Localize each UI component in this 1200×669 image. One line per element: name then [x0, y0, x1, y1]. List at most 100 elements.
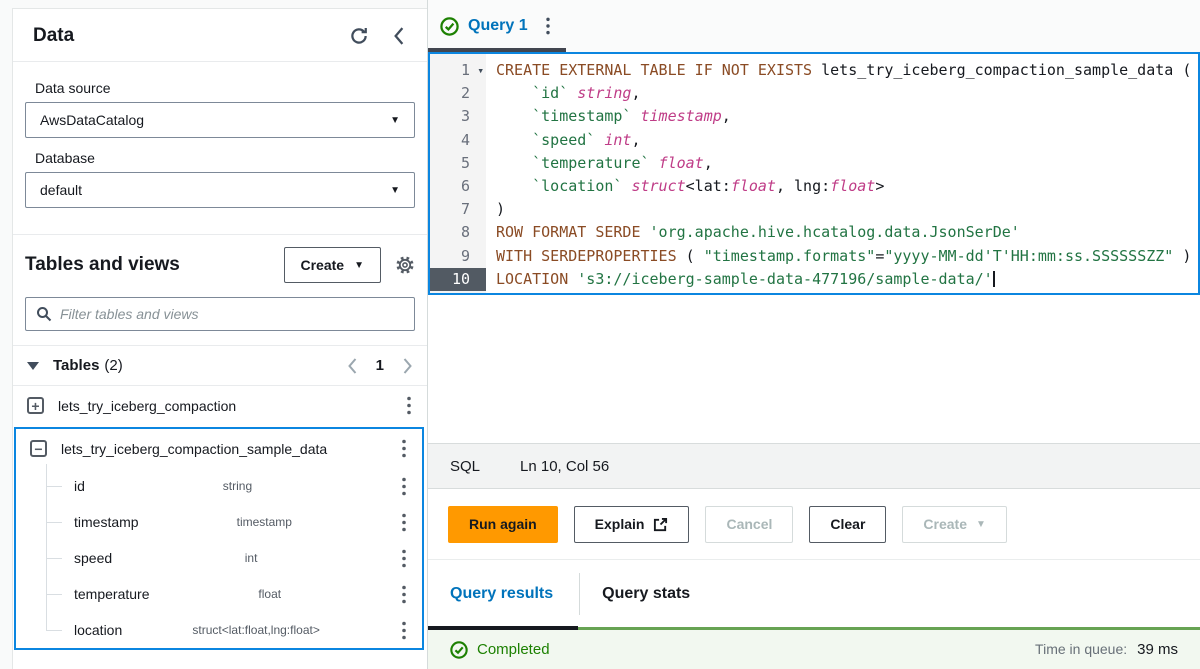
table-columns: id string timestamp timestamp speed int temper… — [16, 468, 422, 648]
column-name: id — [74, 478, 85, 494]
collapse-minus-icon[interactable]: − — [30, 440, 47, 457]
line-number: 4 — [430, 129, 486, 152]
table-name: lets_try_iceberg_compaction — [58, 398, 403, 414]
editor-code[interactable]: CREATE EXTERNAL TABLE IF NOT EXISTS lets… — [486, 54, 1198, 293]
expand-plus-icon[interactable]: + — [27, 397, 44, 414]
column-name: timestamp — [74, 514, 139, 530]
column-row[interactable]: id string — [16, 468, 422, 504]
filter-input[interactable] — [60, 306, 404, 322]
source-section: Data source AwsDataCatalog ▼ Database de… — [13, 62, 427, 224]
clear-button[interactable]: Clear — [809, 506, 886, 543]
results-tab-bar: Query results Query stats — [428, 559, 1200, 627]
code-line[interactable]: `temperature` float, — [496, 152, 1198, 175]
code-line[interactable]: `location` struct<lat:float, lng:float> — [496, 175, 1198, 198]
line-number: 1▾ — [430, 59, 486, 82]
code-line[interactable]: WITH SERDEPROPERTIES ( "timestamp.format… — [496, 245, 1198, 268]
create-button-label: Create — [301, 257, 345, 273]
page-next-icon[interactable] — [402, 358, 413, 374]
column-type: float — [258, 587, 289, 601]
gear-icon[interactable] — [395, 255, 415, 275]
column-name: speed — [74, 550, 112, 566]
collapse-panel-icon[interactable] — [391, 27, 407, 45]
cursor-position: Ln 10, Col 56 — [520, 458, 609, 475]
text-cursor — [993, 271, 995, 287]
data-panel-outer: Data Data source AwsDataCatalog — [0, 0, 428, 669]
page-prev-icon[interactable] — [347, 358, 358, 374]
query-tab-bar: Query 1 — [428, 0, 1200, 52]
tab-query-results[interactable]: Query results — [428, 585, 579, 603]
query-tab-kebab-icon[interactable] — [542, 17, 554, 35]
editor-language: SQL — [450, 458, 480, 475]
code-line[interactable]: CREATE EXTERNAL TABLE IF NOT EXISTS lets… — [496, 59, 1198, 82]
tables-pagination: 1 — [347, 357, 413, 374]
data-panel: Data Data source AwsDataCatalog — [12, 8, 427, 669]
query-editor-main: Query 1 1▾2345678910 CREATE EXTERNAL TAB… — [428, 0, 1200, 669]
selected-table-group: − lets_try_iceberg_compaction_sample_dat… — [14, 427, 424, 650]
completion-status-bar: Completed Time in queue: 39 ms — [428, 627, 1200, 669]
queue-time-value: 39 ms — [1137, 641, 1178, 658]
column-name: location — [74, 622, 122, 638]
code-line[interactable]: LOCATION 's3://iceberg-sample-data-47719… — [496, 268, 1198, 291]
line-number: 7 — [430, 198, 486, 221]
query-tab-label: Query 1 — [468, 17, 528, 35]
search-icon — [36, 306, 52, 322]
data-source-value: AwsDataCatalog — [40, 112, 144, 128]
kebab-menu-icon[interactable] — [403, 396, 415, 415]
chevron-down-icon: ▼ — [390, 185, 400, 196]
kebab-menu-icon[interactable] — [398, 439, 410, 458]
chevron-down-icon: ▼ — [976, 519, 986, 530]
refresh-icon[interactable] — [349, 26, 369, 46]
line-number: 8 — [430, 221, 486, 244]
line-number: 2 — [430, 82, 486, 105]
database-select[interactable]: default ▼ — [25, 172, 415, 208]
tab-query-stats[interactable]: Query stats — [580, 585, 716, 603]
column-type: int — [245, 551, 266, 565]
run-again-button[interactable]: Run again — [448, 506, 558, 543]
editor-bottom-area — [428, 295, 1200, 443]
tables-views-header: Tables and views Create ▼ — [13, 234, 427, 293]
column-row[interactable]: locationstruct<lat:float,lng:float> — [16, 612, 422, 648]
data-source-label: Data source — [35, 80, 415, 96]
code-line[interactable]: ) — [496, 198, 1198, 221]
data-source-select[interactable]: AwsDataCatalog ▼ — [25, 102, 415, 138]
table-name: lets_try_iceberg_compaction_sample_data — [61, 441, 398, 457]
kebab-menu-icon[interactable] — [398, 477, 410, 496]
cancel-button[interactable]: Cancel — [705, 506, 793, 543]
create-query-button[interactable]: Create ▼ — [902, 506, 1007, 543]
column-row[interactable]: speed int — [16, 540, 422, 576]
kebab-menu-icon[interactable] — [398, 513, 410, 532]
query-success-icon — [440, 17, 459, 36]
line-number: 10 — [430, 268, 486, 291]
code-line[interactable]: `speed` int, — [496, 129, 1198, 152]
sql-editor[interactable]: 1▾2345678910 CREATE EXTERNAL TABLE IF NO… — [428, 52, 1200, 295]
kebab-menu-icon[interactable] — [398, 549, 410, 568]
column-row[interactable]: timestamp timestamp — [16, 504, 422, 540]
queue-time-label: Time in queue: — [1035, 641, 1127, 657]
code-line[interactable]: `id` string, — [496, 82, 1198, 105]
line-number: 5 — [430, 152, 486, 175]
filter-field — [25, 297, 415, 331]
fold-caret-icon[interactable]: ▾ — [477, 59, 484, 82]
section-caret-icon[interactable] — [27, 362, 39, 370]
status-badge: Completed — [477, 641, 550, 658]
tables-label: Tables — [53, 357, 99, 374]
query-tab[interactable]: Query 1 — [428, 17, 540, 36]
create-button[interactable]: Create ▼ — [284, 247, 382, 283]
column-type: timestamp — [237, 515, 300, 529]
chevron-down-icon: ▼ — [354, 260, 364, 271]
table-row[interactable]: + lets_try_iceberg_compaction — [13, 386, 427, 425]
column-row[interactable]: temperaturefloat — [16, 576, 422, 612]
explain-button[interactable]: Explain — [574, 506, 690, 543]
external-link-icon — [653, 517, 668, 532]
line-number: 3 — [430, 105, 486, 128]
kebab-menu-icon[interactable] — [398, 621, 410, 640]
editor-gutter: 1▾2345678910 — [430, 54, 486, 293]
panel-title: Data — [33, 25, 327, 47]
kebab-menu-icon[interactable] — [398, 585, 410, 604]
column-type: string — [223, 479, 260, 493]
clear-label: Clear — [830, 516, 865, 532]
code-line[interactable]: ROW FORMAT SERDE 'org.apache.hive.hcatal… — [496, 221, 1198, 244]
code-line[interactable]: `timestamp` timestamp, — [496, 105, 1198, 128]
table-row[interactable]: − lets_try_iceberg_compaction_sample_dat… — [16, 429, 422, 468]
tables-count: (2) — [104, 357, 122, 374]
